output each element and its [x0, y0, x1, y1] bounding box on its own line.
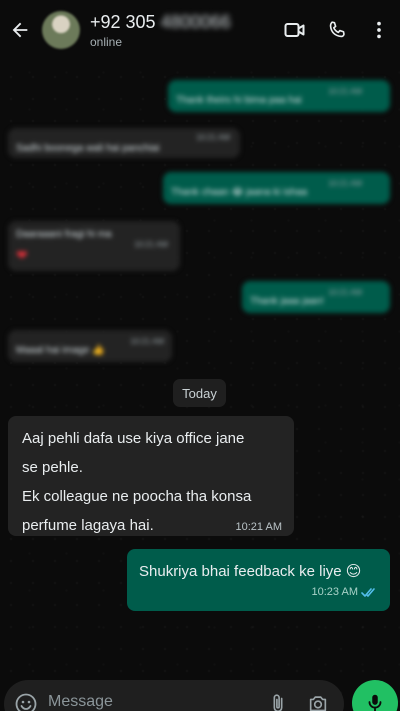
attach-button[interactable] [258, 680, 298, 711]
more-options-button[interactable] [358, 0, 400, 60]
emoji-icon [15, 693, 37, 711]
video-call-button[interactable] [274, 0, 316, 60]
double-check-icon [361, 587, 375, 597]
more-vertical-icon [377, 21, 381, 39]
message-composer [4, 678, 344, 711]
emoji-button[interactable] [4, 680, 48, 711]
contact-number-visible: +92 305 [90, 11, 156, 32]
message-time: 10:21 AM [328, 87, 362, 96]
date-separator: Today [173, 379, 226, 407]
message-text: Shukriya bhai feedback ke liye 😊 [139, 563, 362, 580]
message-input[interactable] [48, 678, 258, 711]
message-line: Aaj pehli dafa use kiya office jane [22, 430, 245, 447]
message-bubble-incoming[interactable]: Daaraaani fragi hi ma ❤ 10:21 AM [8, 221, 180, 271]
phone-icon [329, 21, 345, 38]
contact-status: online [90, 34, 123, 49]
message-time: 10:21 AM [235, 521, 282, 533]
mic-icon [368, 694, 382, 711]
contact-number-hidden: 4800066 [160, 11, 231, 32]
camera-icon [309, 696, 327, 711]
message-bubble-outgoing[interactable]: Thank theirs hi bima paa hai 10:21 AM [168, 80, 390, 112]
camera-button[interactable] [298, 680, 338, 711]
message-text: Thank theirs hi bima paa hai [176, 95, 302, 106]
message-time: 10:23 AM [311, 586, 358, 598]
video-call-icon [284, 23, 305, 37]
message-line: Ek colleague ne poocha tha konsa [22, 488, 252, 505]
back-button[interactable] [2, 0, 38, 60]
message-time: 10:21 AM [196, 133, 230, 142]
message-bubble-outgoing[interactable]: Thank jaaa jaan! 10:21 AM [242, 281, 390, 313]
message-time: 10:21 AM [134, 240, 168, 249]
message-bubble-incoming[interactable]: Maaal hai image 👍 10:21 AM [8, 330, 172, 362]
message-bubble-incoming[interactable]: Aaj pehli dafa use kiya office jane se p… [8, 416, 294, 536]
message-bubble-outgoing[interactable]: Shukriya bhai feedback ke liye 😊 10:23 A… [127, 549, 390, 611]
message-text: Thank jaaa jaan! [250, 296, 324, 307]
contact-name: +92 305 4800066 [90, 12, 274, 33]
message-time: 10:21 AM [328, 179, 362, 188]
message-bubble-outgoing[interactable]: Thank chaan 😂 jaana ki ishaa 10:21 AM [163, 172, 390, 204]
message-text: Sadhi boonega wali hai panchiai [16, 143, 160, 154]
chat-header: +92 305 4800066 online [0, 0, 400, 60]
message-line: perfume lagaya hai. [22, 517, 154, 534]
message-time: 10:21 AM [328, 288, 362, 297]
voice-call-button[interactable] [316, 0, 358, 60]
attach-icon [273, 694, 283, 711]
back-arrow-icon [12, 22, 28, 38]
message-bubble-incoming[interactable]: Sadhi boonega wali hai panchiai 10:21 AM [8, 128, 240, 158]
message-text: Thank chaan 😂 jaana ki ishaa [171, 187, 308, 198]
contact-info[interactable]: +92 305 4800066 online [90, 12, 274, 49]
avatar[interactable] [42, 11, 80, 49]
message-time: 10:21 AM [130, 337, 164, 346]
message-text: Maaal hai image 👍 [16, 345, 105, 356]
message-line: se pehle. [22, 459, 83, 476]
